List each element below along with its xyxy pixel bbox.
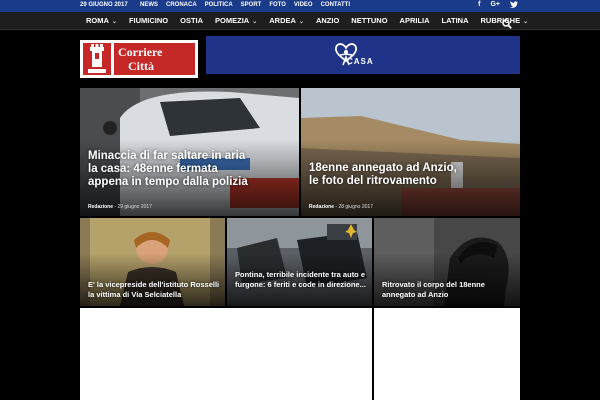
chevron-down-icon: ⌄	[252, 19, 258, 25]
article-title[interactable]: Ritrovato il corpo del 18enne annegato a…	[382, 280, 518, 300]
chevron-down-icon: ⌄	[298, 19, 304, 25]
main-nav: ROMA ⌄ FIUMICINO OSTIA POMEZIA ⌄ ARDEA ⌄ ANZIO NE…	[0, 12, 600, 30]
nav-item-label: APRILIA	[399, 16, 430, 25]
article-author[interactable]: Redazione	[309, 204, 334, 210]
top-links: NEWS CRONACA POLITICA SPORT FOTO VIDEO C…	[140, 2, 350, 8]
nav-item-label: LATINA	[441, 16, 469, 25]
article-title[interactable]: 18enne annegato ad Anzio, le foto del ri…	[309, 162, 469, 188]
twitter-icon[interactable]	[510, 1, 518, 10]
top-link-sport[interactable]: SPORT	[241, 2, 262, 8]
article-4[interactable]: Pontina, terribile incidente tra auto e …	[227, 218, 372, 306]
nav-item-latina[interactable]: LATINA	[436, 12, 475, 30]
featured-article-1[interactable]: Minaccia di far saltare in aria la casa:…	[80, 88, 299, 216]
nav-item-label: POMEZIA	[215, 16, 250, 25]
tower-logo-icon	[83, 43, 111, 75]
article-5[interactable]: Ritrovato il corpo del 18enne annegato a…	[374, 218, 520, 306]
nav-item-anzio[interactable]: ANZIO	[310, 12, 345, 30]
article-meta: Redazione - 29 giugno 2017	[88, 204, 152, 210]
logo-text-line2: Città	[128, 59, 154, 73]
nav-item-ostia[interactable]: OSTIA	[174, 12, 209, 30]
article-date: 28 giugno 2017	[338, 204, 373, 210]
content-area-left	[80, 308, 372, 400]
ad-banner[interactable]: CASA	[206, 36, 520, 74]
nav-item-aprilia[interactable]: APRILIA	[394, 12, 436, 30]
top-link-news[interactable]: NEWS	[140, 2, 158, 8]
chevron-down-icon: ⌄	[111, 19, 117, 25]
firefighters-logo-icon	[345, 224, 357, 238]
chevron-down-icon: ⌄	[523, 19, 529, 25]
banner-text: CASA	[347, 57, 374, 66]
google-plus-icon[interactable]: G+	[490, 1, 500, 10]
article-meta: Redazione - 28 giugno 2017	[309, 204, 373, 210]
logo-text-line1: Corriere	[118, 45, 163, 59]
article-author[interactable]: Redazione	[88, 204, 113, 210]
featured-article-2[interactable]: 18enne annegato ad Anzio, le foto del ri…	[301, 88, 520, 216]
article-3[interactable]: E' la vicepreside dell'istituto Rosselli…	[80, 218, 225, 306]
nav-item-label: ARDEA	[269, 16, 296, 25]
site-logo[interactable]: Corriere Città	[80, 40, 198, 78]
article-date: 29 giugno 2017	[117, 204, 152, 210]
current-date: 29 GIUGNO 2017	[80, 2, 128, 8]
article-title[interactable]: Pontina, terribile incidente tra auto e …	[235, 270, 371, 290]
top-link-contatti[interactable]: CONTATTI	[321, 2, 350, 8]
nav-item-label: FIUMICINO	[128, 16, 169, 25]
facebook-icon[interactable]: f	[478, 1, 480, 10]
nav-item-label: ROMA	[86, 16, 109, 25]
nav-item-nettuno[interactable]: NETTUNO	[345, 12, 393, 30]
top-link-video[interactable]: VIDEO	[294, 2, 313, 8]
nav-item-pomezia[interactable]: POMEZIA ⌄	[209, 12, 263, 30]
article-title[interactable]: Minaccia di far saltare in aria la casa:…	[88, 150, 248, 189]
top-bar: 29 GIUGNO 2017 NEWS CRONACA POLITICA SPO…	[0, 0, 600, 12]
top-link-cronaca[interactable]: CRONACA	[166, 2, 197, 8]
top-link-politica[interactable]: POLITICA	[205, 2, 233, 8]
social-links: f G+	[478, 1, 518, 10]
nav-item-roma[interactable]: ROMA ⌄	[80, 12, 123, 30]
nav-items: ROMA ⌄ FIUMICINO OSTIA POMEZIA ⌄ ARDEA ⌄ ANZIO NE…	[80, 12, 534, 30]
nav-item-label: RUBRICHE	[480, 16, 521, 25]
nav-item-label: OSTIA	[180, 16, 204, 25]
nav-item-label: ANZIO	[315, 16, 340, 25]
nav-item-ardea[interactable]: ARDEA ⌄	[263, 12, 310, 30]
content-area-right	[374, 308, 520, 400]
top-link-foto[interactable]: FOTO	[269, 2, 286, 8]
search-icon[interactable]	[502, 16, 512, 29]
article-title[interactable]: E' la vicepreside dell'istituto Rosselli…	[88, 280, 224, 300]
nav-item-label: NETTUNO	[351, 16, 388, 25]
nav-item-fiumicino[interactable]: FIUMICINO	[123, 12, 174, 30]
